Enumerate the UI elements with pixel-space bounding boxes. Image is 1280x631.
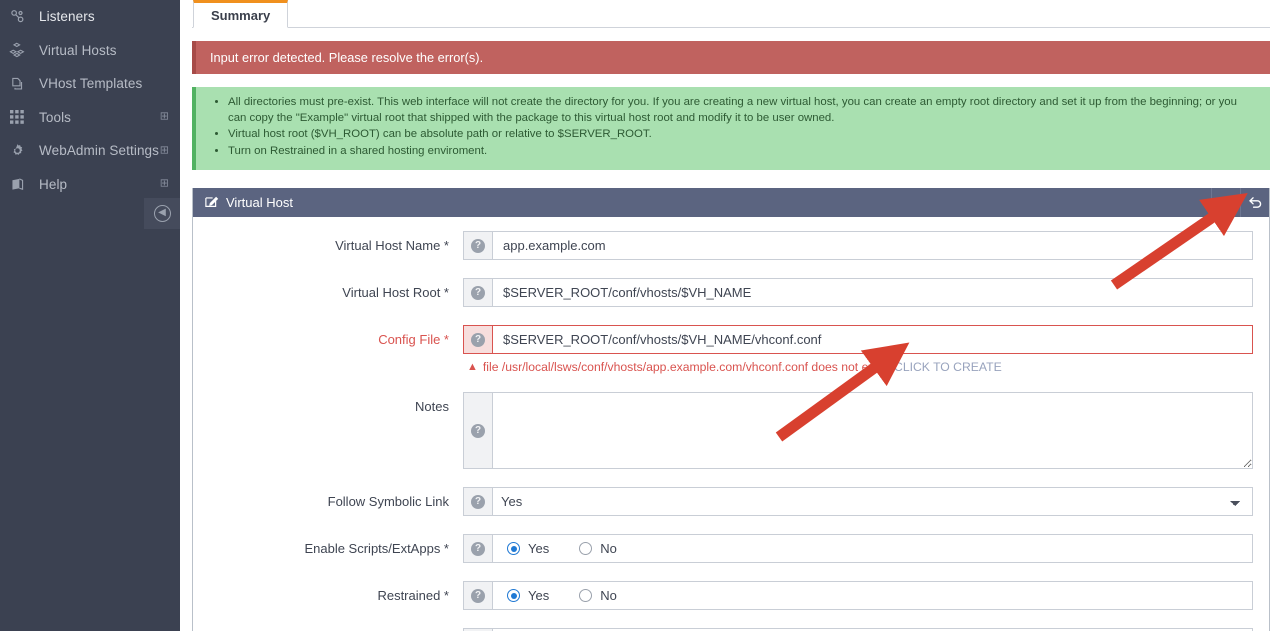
sidebar-nav: Listeners Virtual Hosts VHost Templates … bbox=[0, 0, 180, 631]
radio-dot-icon bbox=[507, 542, 520, 556]
info-alert: All directories must pre-exist. This web… bbox=[192, 87, 1270, 171]
enable-scripts-radio-yes[interactable]: Yes bbox=[507, 541, 549, 556]
grid-icon bbox=[4, 110, 30, 125]
question-mark-icon: ? bbox=[471, 423, 485, 438]
virtual-host-panel: Virtual Host Virtual Host Name * ? app.e… bbox=[192, 188, 1270, 631]
tab-summary[interactable]: Summary bbox=[193, 0, 289, 28]
expand-icon[interactable]: ⊞ bbox=[160, 178, 169, 190]
notes-textarea[interactable] bbox=[492, 392, 1253, 470]
help-icon-notes[interactable]: ? bbox=[463, 392, 492, 470]
field-label: Enable Scripts/ExtApps * bbox=[304, 541, 449, 557]
config-file-input[interactable] bbox=[492, 325, 1253, 355]
error-alert-text: Input error detected. Please resolve the… bbox=[210, 50, 484, 65]
radio-label: Yes bbox=[528, 541, 550, 557]
sidebar-item-listeners[interactable]: Listeners bbox=[0, 0, 180, 34]
field-label: Notes bbox=[415, 399, 449, 415]
info-alert-item: All directories must pre-exist. This web… bbox=[228, 95, 1256, 126]
click-to-create-link[interactable]: CLICK TO CREATE bbox=[890, 360, 1002, 374]
config-file-error: ▲ file /usr/local/lsws/conf/vhosts/app.e… bbox=[463, 360, 1253, 374]
field-row-follow-symbolic-link: Follow Symbolic Link ? YesNo bbox=[193, 487, 1269, 517]
sidebar-item-webadmin-settings[interactable]: WebAdmin Settings ⊞ bbox=[0, 134, 180, 168]
follow-symbolic-link-select[interactable]: YesNo bbox=[492, 487, 1253, 517]
vhost-root-input[interactable] bbox=[492, 278, 1253, 308]
save-button[interactable] bbox=[1211, 188, 1240, 218]
virtual-host-form: Virtual Host Name * ? Virtual Host Root … bbox=[193, 217, 1269, 631]
sidebar-item-label: Tools bbox=[39, 109, 72, 125]
field-row-notes: Notes ? bbox=[193, 392, 1269, 470]
main-content: Summary Input error detected. Please res… bbox=[180, 0, 1280, 631]
undo-button[interactable] bbox=[1240, 188, 1269, 218]
field-row-vhost-root: Virtual Host Root * ? bbox=[193, 278, 1269, 308]
field-row-vhost-name: Virtual Host Name * ? bbox=[193, 231, 1269, 261]
panel-header: Virtual Host bbox=[193, 188, 1269, 218]
info-alert-item: Turn on Restrained in a shared hosting e… bbox=[228, 144, 1256, 160]
config-file-error-text: file /usr/local/lsws/conf/vhosts/app.exa… bbox=[482, 360, 891, 375]
question-mark-icon: ? bbox=[471, 285, 485, 300]
field-row-restrained: Restrained * ? Yes No bbox=[193, 581, 1269, 611]
help-icon-enable-scripts[interactable]: ? bbox=[463, 534, 492, 564]
sidebar-item-virtual-hosts[interactable]: Virtual Hosts bbox=[0, 34, 180, 68]
panel-actions bbox=[1211, 188, 1269, 218]
radio-dot-icon bbox=[579, 589, 593, 603]
field-label: Config File * bbox=[378, 332, 449, 348]
help-icon-vhost-name[interactable]: ? bbox=[463, 231, 492, 261]
webadmin-console: Listeners Virtual Hosts VHost Templates … bbox=[0, 0, 1280, 631]
collapse-sidebar-button[interactable]: ◀ bbox=[144, 197, 180, 229]
panel-title: Virtual Host bbox=[226, 195, 293, 211]
expand-icon[interactable]: ⊞ bbox=[160, 145, 169, 156]
chain-links-icon bbox=[4, 9, 30, 24]
expand-icon[interactable]: ⊞ bbox=[160, 111, 169, 123]
field-row-enable-scripts: Enable Scripts/ExtApps * ? Yes No bbox=[193, 534, 1269, 564]
radio-label: Yes bbox=[528, 588, 550, 604]
radio-dot-icon bbox=[579, 542, 593, 556]
sidebar-item-label: Help bbox=[39, 176, 68, 192]
field-label: Restrained * bbox=[377, 588, 449, 604]
tab-bar: Summary bbox=[192, 0, 1270, 28]
warning-triangle-icon: ▲ bbox=[467, 360, 478, 373]
radio-dot-icon bbox=[507, 589, 520, 603]
edit-pencil-square-icon bbox=[204, 194, 219, 212]
question-mark-icon: ? bbox=[471, 541, 485, 556]
sidebar-item-tools[interactable]: Tools ⊞ bbox=[0, 101, 180, 135]
field-label: Virtual Host Name * bbox=[335, 238, 449, 254]
field-label: Follow Symbolic Link bbox=[327, 494, 449, 510]
help-icon-config-file[interactable]: ? bbox=[463, 325, 492, 355]
sidebar-item-label: Virtual Hosts bbox=[39, 42, 117, 58]
collapse-sidebar-wrap: ◀ bbox=[0, 196, 180, 230]
question-mark-icon: ? bbox=[471, 238, 485, 253]
question-mark-icon: ? bbox=[471, 494, 485, 509]
cubes-icon bbox=[4, 42, 30, 58]
sidebar-item-label: Listeners bbox=[39, 9, 95, 25]
question-mark-icon: ? bbox=[471, 332, 485, 347]
help-icon-restrained[interactable]: ? bbox=[463, 581, 492, 611]
radio-label: No bbox=[600, 541, 617, 557]
field-row-config-file: Config File * ? ▲ file /usr/local/lsws/c… bbox=[193, 325, 1269, 374]
field-label: Virtual Host Root * bbox=[342, 285, 449, 301]
chevron-left-icon: ◀ bbox=[153, 204, 171, 222]
restrained-radio-group: Yes No bbox=[492, 581, 1253, 611]
question-mark-icon: ? bbox=[471, 588, 485, 603]
radio-label: No bbox=[600, 588, 617, 604]
restrained-radio-yes[interactable]: Yes bbox=[507, 588, 549, 603]
gear-icon bbox=[4, 143, 30, 158]
help-icon-vhost-root[interactable]: ? bbox=[463, 278, 492, 308]
restrained-radio-no[interactable]: No bbox=[579, 588, 617, 603]
enable-scripts-radio-group: Yes No bbox=[492, 534, 1253, 564]
info-alert-list: All directories must pre-exist. This web… bbox=[206, 95, 1256, 159]
info-alert-item: Virtual host root ($VH_ROOT) can be abso… bbox=[228, 127, 1256, 143]
vhost-name-input[interactable] bbox=[492, 231, 1253, 261]
sidebar-item-label: WebAdmin Settings bbox=[39, 143, 160, 159]
sidebar-item-vhost-templates[interactable]: VHost Templates bbox=[0, 67, 180, 101]
help-icon-follow-symbolic-link[interactable]: ? bbox=[463, 487, 492, 517]
error-alert: Input error detected. Please resolve the… bbox=[192, 41, 1270, 74]
book-icon bbox=[4, 177, 30, 192]
sidebar-item-label: VHost Templates bbox=[39, 76, 143, 92]
enable-scripts-radio-no[interactable]: No bbox=[579, 541, 617, 556]
copy-layers-icon bbox=[4, 76, 30, 91]
